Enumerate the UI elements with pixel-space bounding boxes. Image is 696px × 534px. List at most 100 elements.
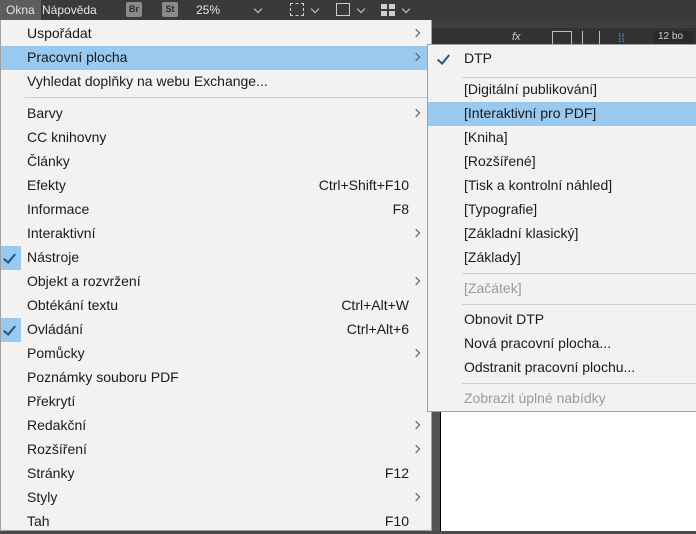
checkmark-icon [1, 246, 21, 270]
menu-separator [462, 383, 696, 384]
menu-item-label: Efekty [27, 177, 66, 193]
workspace-item-label: [Základní klasický] [464, 225, 579, 241]
workspace-item-dtp[interactable]: DTP [428, 47, 696, 71]
menu-item-label: Objekt a rozvržení [27, 273, 141, 289]
submenu-arrow-icon [411, 348, 421, 358]
menu-item-barvy[interactable]: Barvy [1, 102, 431, 126]
menu-item-label: Interaktivní [27, 225, 96, 241]
workspace-submenu: DTP [Digitální publikování] [Interaktivn… [427, 44, 696, 412]
menu-item-informace[interactable]: Informace F8 [1, 198, 431, 222]
menu-item-label: Rozšíření [27, 441, 87, 457]
menu-item-label: Ovládání [27, 321, 84, 337]
align-left-icon[interactable] [552, 31, 572, 45]
menu-item-cc-knihovny[interactable]: CC knihovny [1, 126, 431, 150]
workspace-item-zakladni-klasicky[interactable]: [Základní klasický] [428, 222, 696, 246]
menu-item-objekt-a-rozvrzeni[interactable]: Objekt a rozvržení [1, 270, 431, 294]
window-menu: Uspořádat Pracovní plocha Vyhledat doplň… [0, 20, 432, 531]
align-columns-icon[interactable] [582, 31, 600, 45]
menu-item-label: Pracovní plocha [27, 49, 128, 65]
zoom-chevron-down-icon[interactable] [253, 4, 263, 14]
menu-item-shortcut: F8 [392, 201, 409, 217]
menu-item-nastroje[interactable]: Nástroje [1, 246, 431, 270]
zoom-level[interactable]: 25% [196, 0, 220, 20]
submenu-arrow-icon [411, 492, 421, 502]
screen-mode-icon[interactable] [336, 3, 350, 16]
workspace-item-label: [Digitální publikování] [464, 81, 598, 97]
workspace-item-label: [Rozšířené] [464, 153, 536, 169]
workspace-item-label: [Začátek] [464, 280, 522, 296]
submenu-arrow-icon [411, 108, 421, 118]
workspace-item-kniha[interactable]: [Kniha] [428, 126, 696, 150]
menu-item-tah[interactable]: Tah F10 [1, 510, 431, 534]
menu-item-ovladani[interactable]: Ovládání Ctrl+Alt+6 [1, 318, 431, 342]
document-page [440, 412, 696, 531]
menu-item-label: Články [27, 153, 70, 169]
workspace-item-label: [Interaktivní pro PDF] [464, 105, 597, 121]
menu-okna[interactable]: Okna [0, 0, 41, 20]
menu-item-pracovni-plocha[interactable]: Pracovní plocha [1, 46, 431, 70]
workspace-item-label: [Základy] [464, 249, 521, 265]
menu-item-usporadat[interactable]: Uspořádat [1, 22, 431, 46]
menu-item-vyhledat-doplnky[interactable]: Vyhledat doplňky na webu Exchange... [1, 70, 431, 94]
menu-item-poznamky-pdf[interactable]: Poznámky souboru PDF [1, 366, 431, 390]
workspace-item-obnovit-dtp[interactable]: Obnovit DTP [428, 308, 696, 332]
menu-item-shortcut: Ctrl+Shift+F10 [318, 177, 409, 193]
submenu-arrow-icon [411, 444, 421, 454]
menu-item-pomucky[interactable]: Pomůcky [1, 342, 431, 366]
menu-item-stranky[interactable]: Stránky F12 [1, 462, 431, 486]
workspace-item-label: [Tisk a kontrolní náhled] [464, 177, 613, 193]
menu-item-shortcut: F10 [384, 513, 409, 529]
checkmark-icon [1, 318, 21, 342]
menu-separator [25, 97, 431, 98]
workspace-item-label: [Kniha] [464, 129, 508, 145]
submenu-arrow-icon [411, 228, 421, 238]
menu-item-label: Pomůcky [27, 345, 85, 361]
workspace-item-interaktivni-pro-pdf[interactable]: [Interaktivní pro PDF] [428, 102, 696, 126]
view-options-icon[interactable] [290, 3, 304, 16]
workspace-item-rozsirene[interactable]: [Rozšířené] [428, 150, 696, 174]
submenu-arrow-icon [411, 276, 421, 286]
menu-item-label: Styly [27, 489, 58, 505]
menu-item-shortcut: Ctrl+Alt+W [341, 297, 409, 313]
workspace-item-zaklady[interactable]: [Základy] [428, 246, 696, 270]
menu-napoveda[interactable]: Nápověda [36, 0, 103, 20]
fx-label[interactable]: fx [512, 31, 521, 45]
workspace-item-label: Nová pracovní plocha... [464, 335, 612, 351]
menu-item-interaktivni[interactable]: Interaktivní [1, 222, 431, 246]
stroke-weight-input[interactable]: 12 bo [654, 31, 694, 45]
application-menubar: Okna Nápověda Br St 25% [0, 0, 696, 20]
menu-item-shortcut: F12 [384, 465, 409, 481]
submenu-arrow-icon [411, 52, 421, 62]
workspace-item-typografie[interactable]: [Typografie] [428, 198, 696, 222]
menu-item-label: Obtékání textu [27, 297, 119, 313]
menu-item-prekryti[interactable]: Překrytí [1, 390, 431, 414]
arrange-documents-chevron-down-icon[interactable] [401, 4, 411, 14]
menu-item-rozsireni[interactable]: Rozšíření [1, 438, 431, 462]
workspace-item-odstranit-pracovni-plochu[interactable]: Odstranit pracovní plochu... [428, 356, 696, 380]
menu-item-label: Informace [27, 201, 90, 217]
workspace-item-digitalni-publikovani[interactable]: [Digitální publikování] [428, 78, 696, 102]
menu-item-label: Vyhledat doplňky na webu Exchange... [27, 73, 268, 89]
menu-separator [462, 304, 696, 305]
menu-item-redakcni[interactable]: Redakční [1, 414, 431, 438]
menu-item-label: Uspořádat [27, 25, 92, 41]
stock-icon[interactable]: St [162, 2, 178, 17]
menu-item-obtekani-textu[interactable]: Obtékání textu Ctrl+Alt+W [1, 294, 431, 318]
menu-item-styly[interactable]: Styly [1, 486, 431, 510]
menu-item-shortcut: Ctrl+Alt+6 [346, 321, 409, 337]
view-options-chevron-down-icon[interactable] [310, 4, 320, 14]
menu-item-efekty[interactable]: Efekty Ctrl+Shift+F10 [1, 174, 431, 198]
workspace-item-nova-pracovni-plocha[interactable]: Nová pracovní plocha... [428, 332, 696, 356]
arrange-documents-icon[interactable] [381, 3, 395, 16]
menu-item-label: Poznámky souboru PDF [27, 369, 179, 385]
menu-item-label: Stránky [27, 465, 75, 481]
bridge-icon[interactable]: Br [126, 2, 142, 17]
workspace-item-zacatek: [Začátek] [428, 277, 696, 301]
menu-item-label: Nástroje [27, 249, 80, 265]
workspace-item-label: [Typografie] [464, 201, 538, 217]
menu-item-label: Překrytí [27, 393, 76, 409]
workspace-item-tisk[interactable]: [Tisk a kontrolní náhled] [428, 174, 696, 198]
screen-mode-chevron-down-icon[interactable] [356, 4, 366, 14]
frame-fitting-icon[interactable]: ⁞⁞ [618, 31, 632, 45]
menu-item-clanky[interactable]: Články [1, 150, 431, 174]
